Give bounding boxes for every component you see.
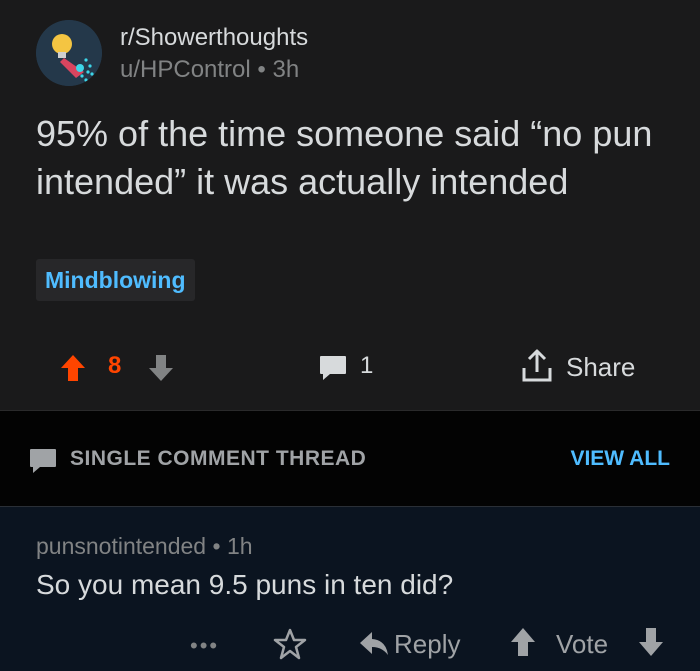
post-meta: u/HPControl • 3h (120, 56, 299, 84)
reply-button[interactable]: Reply (394, 629, 460, 660)
comment-separator: • (212, 533, 221, 559)
comment-downvote-icon[interactable] (638, 627, 664, 657)
post-score: 8 (108, 352, 122, 379)
post-flair[interactable]: Mindblowing (36, 259, 195, 301)
post-title[interactable]: 95% of the time someone said “no pun int… (36, 110, 676, 206)
subreddit-name[interactable]: r/Showerthoughts (120, 24, 308, 52)
comment-age: 1h (226, 533, 253, 559)
more-options-button[interactable]: ••• (190, 633, 219, 659)
comment-icon[interactable] (318, 354, 348, 382)
vote-label: Vote (556, 629, 609, 659)
meta-separator: • (257, 56, 266, 83)
award-icon[interactable] (272, 627, 308, 661)
reply-icon[interactable] (358, 629, 390, 659)
comment-author[interactable]: punsnotintended (36, 533, 206, 559)
downvote-icon[interactable] (148, 354, 174, 382)
subreddit-avatar-icon[interactable] (36, 20, 102, 86)
thread-comment-icon (28, 447, 58, 475)
comment-actions: ••• Reply Vote (0, 623, 700, 667)
upvote-icon[interactable] (60, 354, 86, 382)
single-comment-thread-bar: SINGLE COMMENT THREAD VIEW ALL (0, 410, 700, 506)
share-button[interactable]: Share (566, 352, 635, 383)
share-icon[interactable] (520, 348, 554, 384)
comment-body: So you mean 9.5 puns in ten did? (36, 569, 454, 600)
comment-meta: punsnotintended • 1h (36, 533, 253, 560)
thread-label: SINGLE COMMENT THREAD (70, 447, 367, 470)
post-author[interactable]: u/HPControl (120, 56, 251, 83)
comment-count[interactable]: 1 (360, 352, 373, 380)
post-actions: 8 1 Share (0, 346, 700, 390)
post-age: 3h (272, 56, 300, 83)
view-all-button[interactable]: VIEW ALL (570, 447, 670, 471)
post-card: r/Showerthoughts u/HPControl • 3h 95% of… (0, 0, 700, 410)
comment-upvote-icon[interactable] (510, 627, 536, 657)
comment: punsnotintended • 1h So you mean 9.5 pun… (0, 506, 700, 671)
